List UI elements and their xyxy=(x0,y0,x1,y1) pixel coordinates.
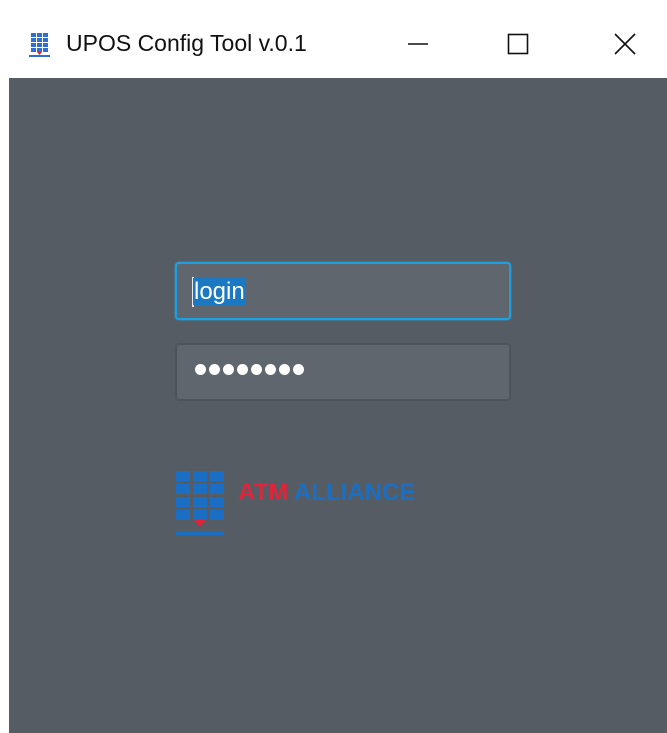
password-dot xyxy=(293,364,304,375)
window-title: UPOS Config Tool v.0.1 xyxy=(66,30,307,56)
title-bar[interactable]: UPOS Config Tool v.0.1 xyxy=(0,0,667,78)
close-icon xyxy=(614,33,636,55)
login-input[interactable]: login xyxy=(175,262,511,320)
minimize-button[interactable] xyxy=(390,20,446,68)
app-window: UPOS Config Tool v.0.1 login ATM ALLIANC… xyxy=(0,0,667,733)
atm-alliance-logo-mark xyxy=(176,471,224,535)
password-mask xyxy=(195,364,304,375)
maximize-button[interactable] xyxy=(490,20,546,68)
password-dot xyxy=(195,364,206,375)
logo-word-alliance: ALLIANCE xyxy=(293,479,416,506)
logo-word-atm: ATM xyxy=(238,479,289,506)
password-dot xyxy=(209,364,220,375)
minimize-icon xyxy=(408,43,428,45)
selected-text: login xyxy=(193,278,246,305)
password-input[interactable] xyxy=(175,343,511,401)
login-input-value: login xyxy=(193,277,246,307)
logo-wordmark: ATM ALLIANCE xyxy=(238,479,415,507)
login-panel: login ATM ALLIANCE xyxy=(9,78,667,733)
password-dot xyxy=(237,364,248,375)
password-dot xyxy=(223,364,234,375)
maximize-icon xyxy=(507,33,529,55)
password-dot xyxy=(265,364,276,375)
app-icon xyxy=(29,33,50,57)
close-button[interactable] xyxy=(597,20,653,68)
atm-alliance-logo: ATM ALLIANCE xyxy=(176,471,456,543)
password-dot xyxy=(279,364,290,375)
password-dot xyxy=(251,364,262,375)
